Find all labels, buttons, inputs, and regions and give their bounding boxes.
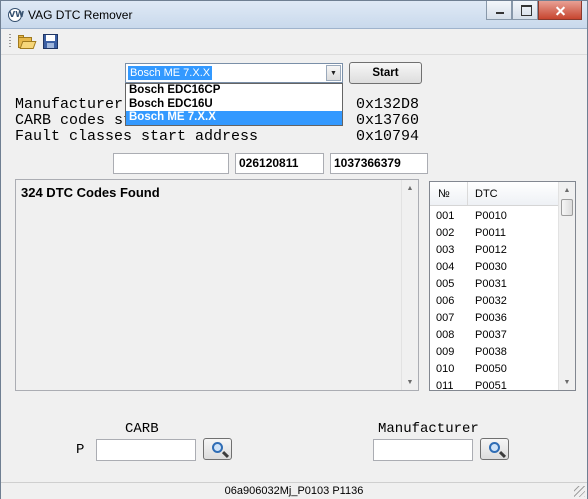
resize-grip-icon[interactable] [574,486,585,497]
dtc-code: P0032 [475,295,507,307]
manufacturer-start-address-value: 0x132D8 [356,96,420,113]
status-text: 06a906032Mj_P0103 P1136 [224,485,364,497]
chevron-down-icon[interactable]: ▼ [326,65,341,81]
list-item[interactable]: 007 P0036 [430,310,559,327]
ecu-option-edc16cp[interactable]: Bosch EDC16CP [126,84,342,98]
ecu-dropdown-list: Bosch EDC16CP Bosch EDC16U Bosch ME 7.X.… [125,83,343,126]
list-item[interactable]: 006 P0032 [430,293,559,310]
scroll-up-icon[interactable]: ▲ [402,180,418,196]
dtc-count-text: 324 DTC Codes Found [21,185,160,200]
carb-search-input[interactable] [96,439,196,461]
id-field-3[interactable]: 1037366379 [330,153,428,174]
dtc-code: P0038 [475,346,507,358]
dtc-number: 003 [436,244,455,256]
window-title: VAG DTC Remover [28,8,133,22]
list-item[interactable]: 010 P0050 [430,361,559,378]
list-item[interactable]: 008 P0037 [430,327,559,344]
scroll-up-icon[interactable]: ▲ [559,182,575,198]
ecu-option-me7xx[interactable]: Bosch ME 7.X.X [126,111,342,126]
minimize-icon[interactable] [486,1,512,20]
dtc-code: P0036 [475,312,507,324]
dtc-code: P0031 [475,278,507,290]
list-item[interactable]: 001 P0010 [430,208,559,225]
dtc-number: 008 [436,329,455,341]
column-header-dtc[interactable]: DTC [475,188,498,200]
list-item[interactable]: 005 P0031 [430,276,559,293]
results-scrollbar[interactable]: ▲ ▼ [401,180,418,390]
toolbar-grip[interactable] [9,34,11,49]
dtc-code: P0051 [475,380,507,391]
start-button[interactable]: Start [349,62,422,84]
dtc-number: 007 [436,312,455,324]
magnifier-icon [489,442,500,453]
fault-classes-start-address-label: Fault classes start address [15,128,259,145]
list-item[interactable]: 003 P0012 [430,242,559,259]
window-controls [486,1,582,21]
dtc-number: 011 [436,380,454,391]
list-item[interactable]: 011 P0051 [430,378,559,391]
floppy-disk-icon[interactable] [42,33,60,50]
carb-search-button[interactable] [203,438,232,460]
manufacturer-label: Manufacturer [378,421,479,437]
p-prefix-label: P [76,442,85,458]
id-field-2[interactable]: 026120811 [235,153,324,174]
manufacturer-search-button[interactable] [480,438,509,460]
dtc-code: P0050 [475,363,507,375]
ecu-option-edc16u[interactable]: Bosch EDC16U [126,98,342,112]
list-item[interactable]: 004 P0030 [430,259,559,276]
carb-start-address-value: 0x13760 [356,112,420,129]
dtc-code: P0012 [475,244,507,256]
scroll-thumb[interactable] [561,199,573,216]
magnifier-icon [212,442,223,453]
list-item[interactable]: 009 P0038 [430,344,559,361]
scroll-down-icon[interactable]: ▼ [402,374,418,390]
dtc-code: P0037 [475,329,507,341]
carb-label: CARB [125,421,159,437]
status-bar: 06a906032Mj_P0103 P1136 [1,482,587,499]
title-bar[interactable]: VW VAG DTC Remover [1,1,587,29]
column-header-number[interactable]: № [438,188,450,200]
dtc-number: 001 [436,210,455,222]
dtc-code: P0010 [475,210,507,222]
ecu-select-value: Bosch ME 7.X.X [128,66,213,80]
folder-open-icon[interactable] [18,33,37,50]
id-field-1[interactable] [113,153,229,174]
dtc-list[interactable]: № DTC 001 P0010 002 P0011 003 P0012 004 P003… [429,181,576,391]
dtc-number: 004 [436,261,455,273]
dtc-code: P0030 [475,261,507,273]
manufacturer-search-input[interactable] [373,439,473,461]
dtc-code: P0011 [475,227,506,239]
dtc-rows: 001 P0010 002 P0011 003 P0012 004 P0030 005 P… [430,208,559,391]
results-text-area[interactable]: 324 DTC Codes Found ▲ ▼ [15,179,419,391]
dtc-number: 009 [436,346,455,358]
app-window: VW VAG DTC Remover Bosch ME 7.X.X ▼ Star… [0,0,588,499]
dtc-number: 005 [436,278,455,290]
toolbar [1,29,587,55]
close-icon[interactable] [538,1,582,20]
fault-classes-start-address-value: 0x10794 [356,128,420,145]
dtc-number: 006 [436,295,455,307]
dtc-number: 002 [436,227,455,239]
dtc-list-header: № DTC [430,182,559,206]
dtc-list-scrollbar[interactable]: ▲ ▼ [558,182,575,390]
vw-logo-icon: VW [8,8,24,22]
ecu-select[interactable]: Bosch ME 7.X.X ▼ [125,63,343,83]
maximize-icon[interactable] [512,1,538,20]
scroll-down-icon[interactable]: ▼ [559,374,575,390]
list-item[interactable]: 002 P0011 [430,225,559,242]
dtc-number: 010 [436,363,455,375]
